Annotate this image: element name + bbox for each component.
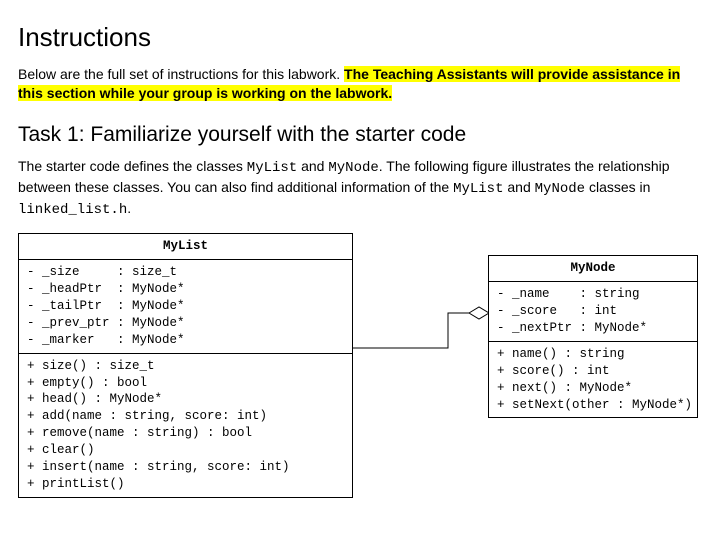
code-mylist: MyList xyxy=(247,160,297,176)
text: . xyxy=(127,200,131,216)
intro-text: Below are the full set of instructions f… xyxy=(18,66,344,82)
uml-op: + head() : MyNode* xyxy=(27,391,344,408)
uml-attr: - _tailPtr : MyNode* xyxy=(27,298,344,315)
code-mynode: MyNode xyxy=(328,160,378,176)
uml-attr: - _marker : MyNode* xyxy=(27,332,344,349)
uml-op: + clear() xyxy=(27,442,344,459)
uml-diagram: MyList - _size : size_t - _headPtr : MyN… xyxy=(18,233,688,493)
uml-attr: - _name : string xyxy=(497,286,689,303)
text: and xyxy=(504,179,535,195)
uml-op: + score() : int xyxy=(497,363,689,380)
uml-op: + empty() : bool xyxy=(27,375,344,392)
uml-op: + insert(name : string, score: int) xyxy=(27,459,344,476)
code-mynode: MyNode xyxy=(535,181,585,197)
task1-paragraph: The starter code defines the classes MyL… xyxy=(18,157,688,220)
uml-attr: - _headPtr : MyNode* xyxy=(27,281,344,298)
uml-attributes: - _size : size_t - _headPtr : MyNode* - … xyxy=(19,260,352,353)
text: The starter code defines the classes xyxy=(18,158,247,174)
uml-attr: - _nextPtr : MyNode* xyxy=(497,320,689,337)
uml-attr: - _prev_ptr : MyNode* xyxy=(27,315,344,332)
uml-op: + add(name : string, score: int) xyxy=(27,408,344,425)
uml-op: + setNext(other : MyNode*) xyxy=(497,397,689,414)
uml-operations: + size() : size_t + empty() : bool + hea… xyxy=(19,354,352,497)
uml-class-mylist: MyList - _size : size_t - _headPtr : MyN… xyxy=(18,233,353,497)
uml-class-name: MyList xyxy=(19,234,352,260)
page-title: Instructions xyxy=(18,22,688,53)
uml-op: + printList() xyxy=(27,476,344,493)
uml-class-mynode: MyNode - _name : string - _score : int -… xyxy=(488,255,698,418)
task1-title: Task 1: Familiarize yourself with the st… xyxy=(18,123,688,147)
uml-op: + size() : size_t xyxy=(27,358,344,375)
code-mylist: MyList xyxy=(453,181,503,197)
uml-attr: - _score : int xyxy=(497,303,689,320)
intro-paragraph: Below are the full set of instructions f… xyxy=(18,65,688,103)
uml-operations: + name() : string + score() : int + next… xyxy=(489,342,697,418)
uml-op: + name() : string xyxy=(497,346,689,363)
uml-op: + next() : MyNode* xyxy=(497,380,689,397)
uml-attr: - _size : size_t xyxy=(27,264,344,281)
uml-association-connector xyxy=(353,233,488,383)
code-header-file: linked_list.h xyxy=(18,202,127,218)
text: classes in xyxy=(585,179,650,195)
uml-class-name: MyNode xyxy=(489,256,697,282)
uml-attributes: - _name : string - _score : int - _nextP… xyxy=(489,282,697,342)
uml-op: + remove(name : string) : bool xyxy=(27,425,344,442)
text: and xyxy=(297,158,328,174)
